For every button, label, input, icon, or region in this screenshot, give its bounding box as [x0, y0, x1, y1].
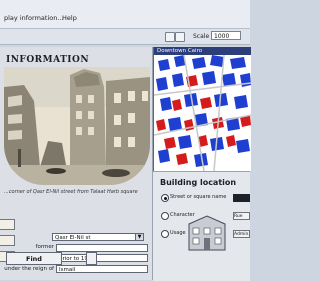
- reign-field[interactable]: Ismail: [56, 265, 148, 273]
- map-panel[interactable]: Downtown Cairo: [153, 47, 251, 171]
- zoom-in-button[interactable]: [165, 32, 175, 42]
- character-combo[interactable]: Rue El...: [233, 212, 250, 220]
- usage-combo[interactable]: Admin...: [233, 230, 250, 238]
- secondary-find-button[interactable]: [86, 252, 97, 265]
- reign-label: under the reign of: [4, 266, 54, 272]
- photo-caption: ...corner of Qasr El-Nil street from Tal…: [4, 189, 138, 195]
- menu-item-display-information[interactable]: play information...: [4, 14, 64, 22]
- former-field[interactable]: [56, 244, 148, 252]
- radio-street-name-label: Street or square name: [170, 194, 227, 200]
- street-select-value: Qasr El-Nil st: [55, 235, 91, 241]
- building-location-panel: Building location Street or square name …: [153, 171, 250, 281]
- former-label: former: [35, 244, 54, 250]
- developed-field[interactable]: prior to 1950: [56, 254, 148, 262]
- building-location-title: Building location: [160, 178, 237, 187]
- side-button-2[interactable]: [0, 235, 15, 246]
- information-title: INFORMATION: [6, 55, 90, 65]
- map-title-bar: Downtown Cairo: [154, 47, 251, 55]
- zoom-out-button[interactable]: [175, 32, 185, 42]
- street-photo-image: [4, 67, 150, 185]
- street-combo[interactable]: [233, 194, 250, 202]
- radio-street-name[interactable]: [161, 194, 169, 202]
- find-button[interactable]: Find: [6, 252, 62, 265]
- street-photo: [4, 67, 150, 185]
- chevron-down-icon[interactable]: ▼: [135, 234, 143, 240]
- information-panel: INFORMATION ...corner of Qasr El-Nil str…: [0, 47, 153, 280]
- building-icon: [188, 215, 226, 251]
- radio-character[interactable]: [161, 212, 169, 220]
- radio-usage[interactable]: [161, 230, 169, 238]
- street-select[interactable]: Qasr El-Nil st ▼: [52, 233, 144, 241]
- menu-item-help[interactable]: Help: [62, 14, 77, 22]
- menu-bar: play information... Help: [0, 0, 250, 29]
- toolbar: Scale 1: 1000: [0, 29, 250, 45]
- scale-input[interactable]: 1000: [211, 31, 241, 40]
- downtown-map[interactable]: [154, 55, 251, 171]
- side-button-1[interactable]: [0, 219, 15, 230]
